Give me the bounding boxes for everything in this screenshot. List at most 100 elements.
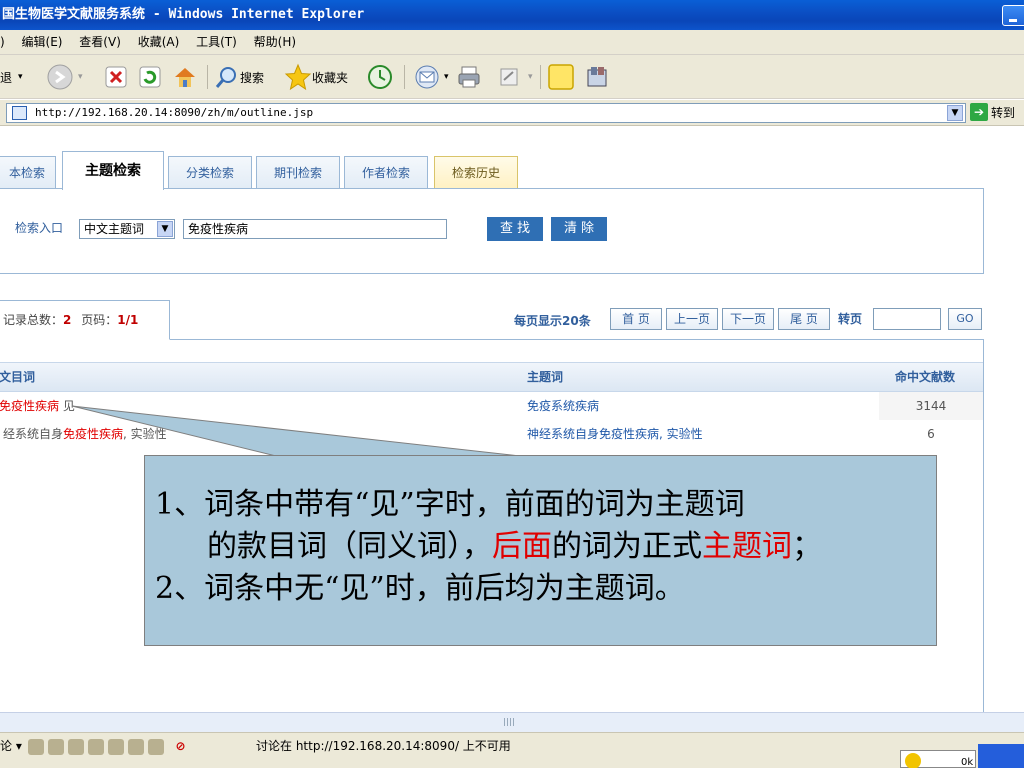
table-row: 经系统自身免疫性疾病, 实验性 神经系统自身免疫性疾病, 实验性 6 bbox=[0, 420, 983, 448]
last-page-button[interactable]: 尾 页 bbox=[778, 308, 830, 330]
menu-item-tools[interactable]: 工具(T) bbox=[196, 30, 237, 55]
home-icon bbox=[175, 68, 195, 87]
menu-item-help[interactable]: 帮助(H) bbox=[254, 30, 296, 55]
subject-link[interactable]: 免疫系统疾病 bbox=[527, 392, 599, 420]
prev-page-button[interactable]: 上一页 bbox=[666, 308, 718, 330]
search-entry-label: 检索入口 bbox=[15, 221, 64, 235]
callout-line-2: 的款目词（同义词），后面的词为正式主题词； bbox=[207, 529, 822, 564]
table-row: 免疫性疾病 见 免疫系统疾病 3144 bbox=[0, 392, 983, 420]
search-label: 搜索 bbox=[240, 70, 265, 85]
menu-item-edit[interactable]: 编辑(E) bbox=[22, 30, 63, 55]
back-label: 退 bbox=[0, 70, 13, 85]
resize-grip[interactable] bbox=[504, 718, 516, 726]
entry-cell[interactable]: 经系统自身免疫性疾病, 实验性 bbox=[3, 420, 167, 448]
toolbar-mini-icon bbox=[107, 738, 124, 755]
next-page-button[interactable]: 下一页 bbox=[722, 308, 774, 330]
note-icon bbox=[548, 64, 574, 90]
table-header: 文目词 主题词 命中文献数 bbox=[0, 362, 983, 392]
header-entry: 文目词 bbox=[0, 370, 36, 384]
go-page-button[interactable]: GO bbox=[948, 308, 982, 330]
address-dropdown[interactable]: ▼ bbox=[947, 105, 963, 121]
system-tray bbox=[978, 744, 1024, 768]
menu-item-view[interactable]: 查看(V) bbox=[79, 30, 121, 55]
ie-page-icon bbox=[12, 106, 27, 120]
mail-button[interactable]: ▾ bbox=[414, 62, 449, 92]
first-page-button[interactable]: 首 页 bbox=[610, 308, 662, 330]
history-icon bbox=[368, 65, 392, 89]
toolbar-mini-icon bbox=[27, 738, 44, 755]
status-bar: 论 ▾ ⊘ 讨论在 http://192.168.20.14:8090/ 上不可… bbox=[0, 732, 1024, 758]
annotation-callout: 1、词条中带有“见”字时，前面的词为主题词 的款目词（同义词），后面的词为正式主… bbox=[144, 455, 937, 646]
messenger-button[interactable] bbox=[584, 62, 610, 92]
chevron-down-icon: ▾ bbox=[18, 72, 23, 82]
edit-button[interactable]: ▾ bbox=[498, 62, 533, 92]
search-field-select[interactable]: 中文主题词 ▼ bbox=[79, 219, 175, 239]
find-button[interactable]: 查找 bbox=[487, 217, 543, 241]
result-bar: 记录总数：2 页码：1/1 每页显示20条 首 页 上一页 下一页 尾 页 转页… bbox=[0, 300, 984, 340]
count-cell: 3144 bbox=[879, 392, 983, 420]
turn-page-input[interactable] bbox=[873, 308, 941, 330]
stop-icon bbox=[105, 66, 127, 88]
star-icon bbox=[284, 63, 312, 91]
toolbar-mini-icon bbox=[127, 738, 144, 755]
page-label: 页码： bbox=[81, 313, 118, 327]
tab-category-search[interactable]: 分类检索 bbox=[168, 156, 252, 189]
back-button[interactable]: 退 ▾ bbox=[0, 62, 23, 92]
tab-search-history[interactable]: 检索历史 bbox=[434, 156, 518, 189]
note-button[interactable] bbox=[546, 62, 576, 92]
toolbar-mini-icon bbox=[47, 738, 64, 755]
menu-item-favorites[interactable]: 收藏(A) bbox=[138, 30, 180, 55]
menu-bar: ) 编辑(E) 查看(V) 收藏(A) 工具(T) 帮助(H) bbox=[0, 30, 1024, 55]
search-panel: 检索入口 中文主题词 ▼ 免疫性疾病 查找 清除 bbox=[0, 188, 984, 274]
page-content: 本检索 主题检索 分类检索 期刊检索 作者检索 检索历史 检索入口 中文主题词 … bbox=[0, 127, 1024, 712]
callout-line-1: 1、词条中带有“见”字时，前面的词为主题词 bbox=[155, 487, 745, 522]
minimize-button[interactable] bbox=[1002, 5, 1024, 26]
subject-link[interactable]: 神经系统自身免疫性疾病, 实验性 bbox=[527, 420, 703, 448]
search-input[interactable]: 免疫性疾病 bbox=[183, 219, 447, 239]
address-input[interactable]: http://192.168.20.14:8090/zh/m/outline.j… bbox=[6, 103, 966, 123]
per-page-text: 每页显示20条 bbox=[514, 314, 591, 328]
window-titlebar: 国生物医学文献服务系统 - Windows Internet Explorer bbox=[0, 0, 1024, 30]
print-button[interactable] bbox=[456, 62, 482, 92]
tab-subject-search[interactable]: 主题检索 bbox=[62, 151, 164, 190]
search-button[interactable]: 搜索 bbox=[214, 62, 264, 92]
forward-button[interactable]: ▾ bbox=[46, 62, 83, 92]
toolbar-mini-icon bbox=[147, 738, 164, 755]
go-label: 转到 bbox=[991, 105, 1016, 120]
count-cell: 6 bbox=[927, 427, 935, 441]
total-label: 记录总数： bbox=[3, 313, 64, 327]
refresh-button[interactable] bbox=[138, 62, 162, 92]
status-left: 论 ▾ ⊘ bbox=[0, 738, 186, 755]
page-scroll-band bbox=[0, 712, 1024, 732]
tray-notification: 0k bbox=[900, 750, 976, 768]
tab-author-search[interactable]: 作者检索 bbox=[344, 156, 428, 189]
printer-icon bbox=[458, 66, 480, 88]
highlight-term: 免疫性疾病 bbox=[63, 427, 124, 441]
clear-button[interactable]: 清除 bbox=[551, 217, 607, 241]
highlight-term: 免疫性疾病 bbox=[0, 399, 60, 413]
callout-line-3: 2、词条中无“见”时，前后均为主题词。 bbox=[155, 571, 685, 606]
menu-item-file[interactable]: ) bbox=[0, 30, 5, 55]
tab-basic-search[interactable]: 本检索 bbox=[0, 156, 56, 189]
entry-cell[interactable]: 免疫性疾病 见 bbox=[0, 392, 75, 420]
toolbar-mini-icon bbox=[87, 738, 104, 755]
go-button[interactable]: ➔ 转到 bbox=[970, 103, 1015, 121]
search-icon bbox=[215, 67, 236, 88]
total-count: 2 bbox=[63, 313, 72, 327]
tray-status-icon bbox=[905, 753, 921, 768]
forward-arrow-icon bbox=[47, 64, 73, 90]
tray-text: 0k bbox=[961, 757, 974, 768]
mail-icon bbox=[415, 65, 439, 89]
toolbar-mini-icon bbox=[67, 738, 84, 755]
address-bar: http://192.168.20.14:8090/zh/m/outline.j… bbox=[0, 100, 1024, 126]
home-button[interactable] bbox=[172, 62, 198, 92]
stop-button[interactable] bbox=[104, 62, 128, 92]
blocked-icon: ⊘ bbox=[175, 739, 186, 753]
refresh-icon bbox=[139, 66, 161, 88]
favorites-button[interactable]: 收藏夹 bbox=[284, 62, 348, 92]
search-query-value: 免疫性疾病 bbox=[188, 222, 249, 236]
history-button[interactable] bbox=[366, 62, 394, 92]
header-subject: 主题词 bbox=[527, 370, 564, 384]
tab-journal-search[interactable]: 期刊检索 bbox=[256, 156, 340, 189]
header-count: 命中文献数 bbox=[895, 370, 956, 384]
